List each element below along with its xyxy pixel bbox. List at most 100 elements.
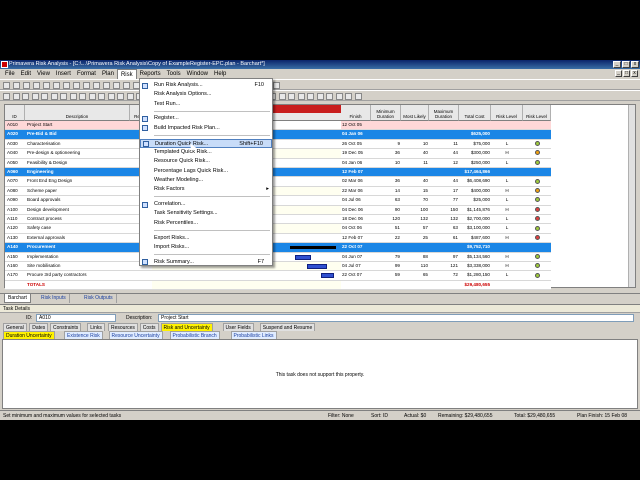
toolbar-button-icon[interactable] (123, 82, 130, 89)
mdi-minimize-button[interactable]: _ (615, 70, 622, 77)
table-row[interactable]: A030 Characterisation (5, 140, 152, 150)
table-row[interactable]: A110 Contract process (5, 215, 152, 225)
risk-menu-item[interactable]: Run Risk Analysis... F10 (140, 81, 272, 90)
table-row[interactable]: TOTALS (5, 280, 152, 291)
menu-file[interactable]: File (2, 69, 18, 79)
column-header-right[interactable]: Maximum Duration (429, 105, 459, 121)
column-header-right[interactable]: Finish (341, 105, 371, 121)
risk-menu-item[interactable]: Task Sensitivity Settings... (140, 209, 272, 218)
table-row[interactable]: 22 Oct 07 $9,752,710 (341, 243, 551, 253)
table-row[interactable]: 04 Jun 07 79 88 97 $5,134,560 H (341, 253, 551, 262)
toolbar-button-icon[interactable] (60, 93, 67, 100)
toolbar-button-icon[interactable] (326, 93, 333, 100)
risk-menu-item[interactable]: Export Risks... (140, 234, 272, 243)
toolbar-button-icon[interactable] (63, 82, 70, 89)
risk-menu-item[interactable]: Templated Quick Risk... (140, 148, 272, 157)
toolbar-button-icon[interactable] (43, 82, 50, 89)
table-row[interactable]: A070 Front End Eng Design (5, 177, 152, 187)
table-row[interactable]: $29,480,655 (341, 280, 551, 291)
toolbar-button-icon[interactable] (33, 82, 40, 89)
table-row[interactable]: A120 Safety case (5, 224, 152, 234)
barchart-grid[interactable]: IDDescriptionRe DuA010Project StartA020P… (4, 104, 636, 291)
toolbar-button-icon[interactable] (98, 93, 105, 100)
table-row[interactable]: A040 Pre-design & optioneering (5, 149, 152, 159)
minimize-button[interactable]: _ (613, 61, 621, 68)
toolbar-button-icon[interactable] (88, 93, 96, 100)
table-row[interactable]: A050 Feasibility & Design (5, 159, 152, 168)
id-field[interactable]: A010 (36, 314, 116, 322)
risk-menu-item[interactable]: Register... (140, 114, 272, 123)
toolbar-button-icon[interactable] (278, 93, 286, 100)
gantt-bar[interactable] (307, 264, 327, 269)
menu-insert[interactable]: Insert (53, 69, 74, 79)
table-row[interactable]: 22 Oct 07 59 65 72 $1,280,150 L (341, 271, 551, 281)
toolbar-button-icon[interactable] (316, 93, 324, 100)
task-tab-general[interactable]: General (3, 323, 27, 331)
toolbar-button-icon[interactable] (345, 93, 352, 100)
column-header-right[interactable]: Total Cost (459, 105, 491, 121)
task-tab-links[interactable]: Links (87, 323, 105, 331)
table-row[interactable]: A160 Site mobilisation (5, 262, 152, 272)
task-tab-resources[interactable]: Resources (108, 323, 138, 331)
risk-menu-item[interactable]: Build Impacted Risk Plan... (140, 124, 272, 133)
column-header-right[interactable]: Risk Level (491, 105, 523, 121)
table-row[interactable]: 04 Jul 06 63 70 77 $25,000 L (341, 196, 551, 206)
toolbar-button-icon[interactable] (93, 82, 100, 89)
toolbar-button-icon[interactable] (22, 93, 29, 100)
risk-menu-item[interactable]: Risk Analysis Options... (140, 90, 272, 99)
task-tab-dates[interactable]: Dates (29, 323, 49, 331)
risk-menu-item[interactable]: Risk Summary... F7 (140, 258, 272, 267)
table-row[interactable]: 26 Oct 05 9 10 11 $75,000 L (341, 140, 551, 150)
toolbar-button-icon[interactable] (3, 93, 10, 100)
toolbar-button-icon[interactable] (13, 82, 20, 89)
table-row[interactable]: 12 Feb 07 $17,464,866 (341, 168, 551, 178)
table-row[interactable]: 18 Dec 06 120 132 132 $2,700,000 L (341, 215, 551, 225)
column-header-right[interactable]: Risk Level (523, 105, 551, 121)
gantt-bar[interactable] (321, 273, 334, 279)
mdi-restore-button[interactable]: □ (623, 70, 630, 77)
table-row[interactable]: 04 Oct 06 51 57 63 $3,100,000 L (341, 224, 551, 234)
table-row[interactable]: A010 Project Start (5, 121, 152, 131)
toolbar-button-icon[interactable] (83, 82, 90, 89)
view-tab-risk-outputs[interactable]: Risk Outputs (81, 294, 117, 303)
subtab-duration-uncertainty[interactable]: Duration Uncertainty (3, 331, 55, 339)
risk-menu-item[interactable]: Correlation... (140, 200, 272, 209)
toolbar-button-icon[interactable] (50, 93, 58, 100)
table-row[interactable]: 04 Jan 06 $625,000 (341, 130, 551, 140)
menu-plan[interactable]: Plan (99, 69, 117, 79)
toolbar-button-icon[interactable] (335, 93, 343, 100)
task-tab-user-fields[interactable]: User Fields (222, 323, 254, 331)
risk-menu-item[interactable]: Weather Modeling... (140, 176, 272, 185)
table-row[interactable]: 04 Jan 06 10 11 12 $250,000 L (341, 159, 551, 168)
task-tab-constraints[interactable]: Constraints (50, 323, 82, 331)
column-header-left[interactable]: Description (25, 105, 130, 121)
menu-format[interactable]: Format (74, 69, 99, 79)
table-row[interactable]: A080 Scheme paper (5, 187, 152, 197)
menu-edit[interactable]: Edit (18, 69, 34, 79)
toolbar-button-icon[interactable] (53, 82, 60, 89)
toolbar-button-icon[interactable] (103, 82, 110, 89)
subtab-resource-uncertainty[interactable]: Resource Uncertainty (108, 331, 163, 339)
risk-menu-item[interactable]: Test Run... (140, 100, 272, 109)
view-tab-barchart[interactable]: Barchart (4, 294, 31, 303)
table-row[interactable]: 19 Dec 05 36 40 44 $300,000 H (341, 149, 551, 159)
subtab-probabilistic-links[interactable]: Probabilistic Links (230, 331, 277, 339)
table-row[interactable]: A170 Procure 3rd party contractors (5, 271, 152, 281)
toolbar-button-icon[interactable] (354, 93, 362, 100)
table-row[interactable]: A150 Implementation (5, 253, 152, 262)
toolbar-button-icon[interactable] (73, 82, 80, 89)
table-row[interactable]: A140 Procurement (5, 243, 152, 253)
table-row[interactable]: 12 Oct 05 (341, 121, 551, 131)
risk-menu-item[interactable]: Risk Percentiles... (140, 219, 272, 228)
toolbar-button-icon[interactable] (41, 93, 48, 100)
toolbar-button-icon[interactable] (288, 93, 295, 100)
table-row[interactable]: A090 Board approvals (5, 196, 152, 206)
table-row[interactable]: 02 Mar 06 36 40 44 $6,408,690 L (341, 177, 551, 187)
toolbar-button-icon[interactable] (12, 93, 20, 100)
vertical-scrollbar[interactable] (628, 105, 635, 287)
description-field[interactable]: Project Start (158, 314, 634, 322)
close-button[interactable]: x (631, 61, 639, 68)
toolbar-button-icon[interactable] (117, 93, 124, 100)
task-tab-risk-and-uncertainty[interactable]: Risk and Uncertainty (160, 323, 213, 331)
toolbar-button-icon[interactable] (69, 93, 77, 100)
